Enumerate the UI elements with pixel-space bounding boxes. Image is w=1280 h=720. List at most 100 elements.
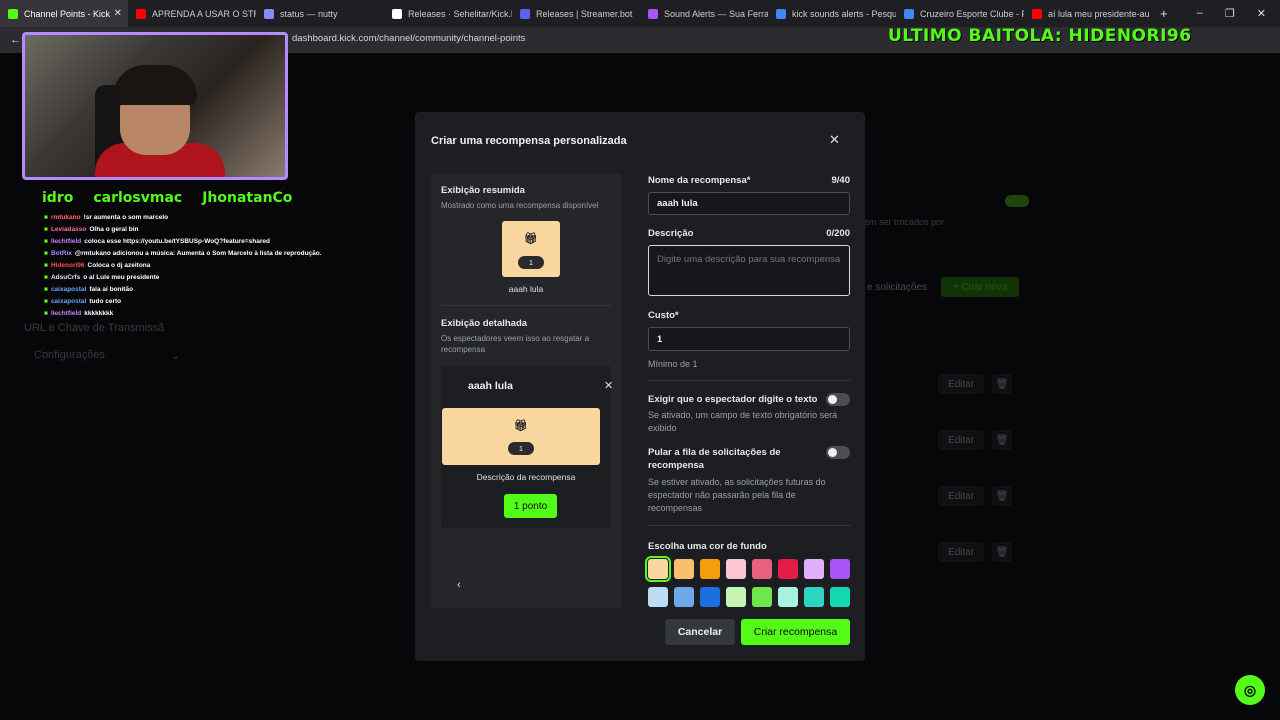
minimize-icon[interactable]: – bbox=[1197, 7, 1203, 20]
maximize-icon[interactable]: ❐ bbox=[1225, 7, 1235, 20]
detail-reward-name: aaah lula bbox=[468, 380, 513, 392]
chat-message: ■ Leviadasso Olha o geral bin bbox=[44, 226, 374, 238]
color-swatch[interactable] bbox=[752, 587, 772, 607]
reward-form: Nome da recompensa* 9/40 Descrição 0/200… bbox=[645, 112, 851, 661]
browser-tab[interactable]: Releases | Streamer.bot bbox=[512, 0, 640, 27]
skip-queue-label: Pular a fila de solicitações de recompen… bbox=[648, 447, 781, 471]
overlay-name: idro bbox=[42, 190, 74, 206]
color-swatch[interactable] bbox=[804, 559, 824, 579]
favicon-icon bbox=[136, 8, 146, 19]
color-swatch[interactable] bbox=[830, 559, 850, 579]
url-field[interactable]: dashboard.kick.com/channel/community/cha… bbox=[292, 33, 525, 44]
color-swatch[interactable] bbox=[830, 587, 850, 607]
overlay-name: JhonatanCo bbox=[202, 190, 293, 206]
color-swatch[interactable] bbox=[700, 587, 720, 607]
reward-preview-panel: Exibição resumida Mostrado como uma reco… bbox=[431, 174, 621, 608]
browser-tab[interactable]: status — nutty bbox=[256, 0, 384, 27]
tab-label: Cruzeiro Esporte Clube - F bbox=[920, 8, 1024, 19]
cancel-button[interactable]: Cancelar bbox=[665, 619, 735, 645]
hair bbox=[113, 65, 197, 105]
color-swatch[interactable] bbox=[726, 559, 746, 579]
chat-text: coloca esse https://youtu.be/tYSBUSp-WoQ… bbox=[84, 238, 270, 245]
divider bbox=[441, 305, 611, 306]
overlay-name: carlosvmac bbox=[93, 190, 183, 206]
browser-tab[interactable]: kick sounds alerts - Pesqu bbox=[768, 0, 896, 27]
create-reward-button[interactable]: Criar recompensa bbox=[741, 619, 850, 645]
color-swatch[interactable] bbox=[752, 559, 772, 579]
summary-reward-name: aaah lula bbox=[508, 284, 544, 294]
color-swatch[interactable] bbox=[700, 559, 720, 579]
amount-pill: 1 bbox=[508, 442, 534, 455]
browser-tab[interactable]: Cruzeiro Esporte Clube - F bbox=[896, 0, 1024, 27]
chat-text: Olha o geral bin bbox=[89, 226, 139, 233]
color-swatch[interactable] bbox=[778, 587, 798, 607]
color-swatch[interactable] bbox=[778, 559, 798, 579]
color-swatch[interactable] bbox=[674, 559, 694, 579]
gift-icon: 🎁︎ bbox=[524, 233, 538, 245]
gift-icon: 🎁︎ bbox=[514, 420, 528, 432]
summary-subtitle: Mostrado como uma recompensa disponível bbox=[441, 201, 599, 210]
kick-badge-icon: ■ bbox=[44, 238, 48, 245]
require-text-toggle[interactable] bbox=[826, 393, 850, 406]
chat-message: ■ Hidenori96 Coloca o dj azeitona bbox=[44, 262, 374, 274]
favicon-icon bbox=[1032, 8, 1042, 19]
browser-tab[interactable]: aí lula meu presidente-au bbox=[1024, 0, 1152, 27]
window-controls: – ❐ ✕ bbox=[1197, 7, 1280, 20]
close-window-icon[interactable]: ✕ bbox=[1257, 7, 1266, 20]
browser-tab[interactable]: Sound Alerts — Sua Ferra bbox=[640, 0, 768, 27]
chat-message: ■ AdsuCrfs o aí Lule meu presidente bbox=[44, 274, 374, 286]
help-chat-button[interactable]: ◎ bbox=[1235, 675, 1265, 705]
favicon-icon bbox=[648, 8, 658, 19]
summary-reward-card: 🎁︎ 1 bbox=[502, 221, 560, 277]
browser-tab[interactable]: Channel Points - Kick ✕ bbox=[0, 0, 128, 27]
tab-label: aí lula meu presidente-au bbox=[1048, 8, 1150, 19]
kick-badge-icon: ■ bbox=[44, 250, 48, 257]
cost-input[interactable] bbox=[648, 327, 850, 351]
reward-name-input[interactable] bbox=[648, 192, 850, 215]
kick-badge-icon: ■ bbox=[44, 262, 48, 269]
color-swatch[interactable] bbox=[804, 587, 824, 607]
browser-tab[interactable]: APRENDA A USAR O STRE bbox=[128, 0, 256, 27]
color-swatch[interactable] bbox=[674, 587, 694, 607]
name-counter: 9/40 bbox=[831, 175, 851, 186]
tab-label: Releases · Sehelitar/Kick.b bbox=[408, 8, 512, 19]
chat-text: kkkkkkkk bbox=[84, 310, 114, 317]
require-text-help: Se ativado, um campo de texto obrigatóri… bbox=[648, 410, 838, 433]
color-label: Escolha uma cor de fundo bbox=[648, 541, 767, 552]
back-arrow-icon: ‹ bbox=[457, 579, 461, 591]
chat-message: ■ caixapostal tudo certo bbox=[44, 298, 374, 310]
chat-username: caixapostal bbox=[50, 298, 87, 305]
favicon-icon bbox=[392, 8, 402, 19]
create-reward-modal: Criar uma recompensa personalizada ✕ Exi… bbox=[415, 112, 865, 661]
detail-description: Descrição da recompensa bbox=[476, 472, 576, 482]
chat-message: ■ liechtfield coloca esse https://youtu.be… bbox=[44, 238, 374, 250]
color-swatch[interactable] bbox=[726, 587, 746, 607]
chat-message: ■ rmtukano !sr aumenta o som marcelo bbox=[44, 214, 374, 226]
chat-text: !sr aumenta o som marcelo bbox=[83, 214, 169, 221]
kick-badge-icon: ■ bbox=[44, 226, 48, 233]
favicon-icon bbox=[904, 8, 914, 19]
cost-label: Custo* bbox=[648, 310, 679, 321]
summary-title: Exibição resumida bbox=[441, 185, 525, 196]
kick-badge-icon: ■ bbox=[44, 286, 48, 293]
chat-text: o aí Lule meu presidente bbox=[83, 274, 160, 281]
kick-badge-icon: ■ bbox=[44, 310, 48, 317]
new-tab-button[interactable]: + bbox=[1152, 6, 1176, 21]
chat-username: rmtukano bbox=[50, 214, 81, 221]
description-textarea[interactable] bbox=[648, 245, 850, 296]
color-swatch[interactable] bbox=[645, 556, 671, 582]
close-icon: ✕ bbox=[604, 380, 614, 392]
color-swatch[interactable] bbox=[648, 587, 668, 607]
chat-overlay: ■ rmtukano !sr aumenta o som marcelo ■ Levia… bbox=[44, 214, 374, 322]
chat-message: ■ caixapostal fala aí bonitão bbox=[44, 286, 374, 298]
browser-tab[interactable]: Releases · Sehelitar/Kick.b bbox=[384, 0, 512, 27]
detail-subtitle: Os espectadores veem isso ao resgatar a … bbox=[441, 334, 590, 354]
webcam-overlay bbox=[22, 32, 288, 180]
detail-title: Exibição detalhada bbox=[441, 318, 528, 329]
back-icon[interactable]: ← bbox=[10, 34, 21, 46]
close-tab-icon[interactable]: ✕ bbox=[114, 8, 122, 19]
chat-username: BotRix bbox=[50, 250, 72, 257]
kick-badge-icon: ■ bbox=[44, 214, 48, 221]
skip-queue-toggle[interactable] bbox=[826, 446, 850, 459]
color-row bbox=[645, 556, 850, 582]
